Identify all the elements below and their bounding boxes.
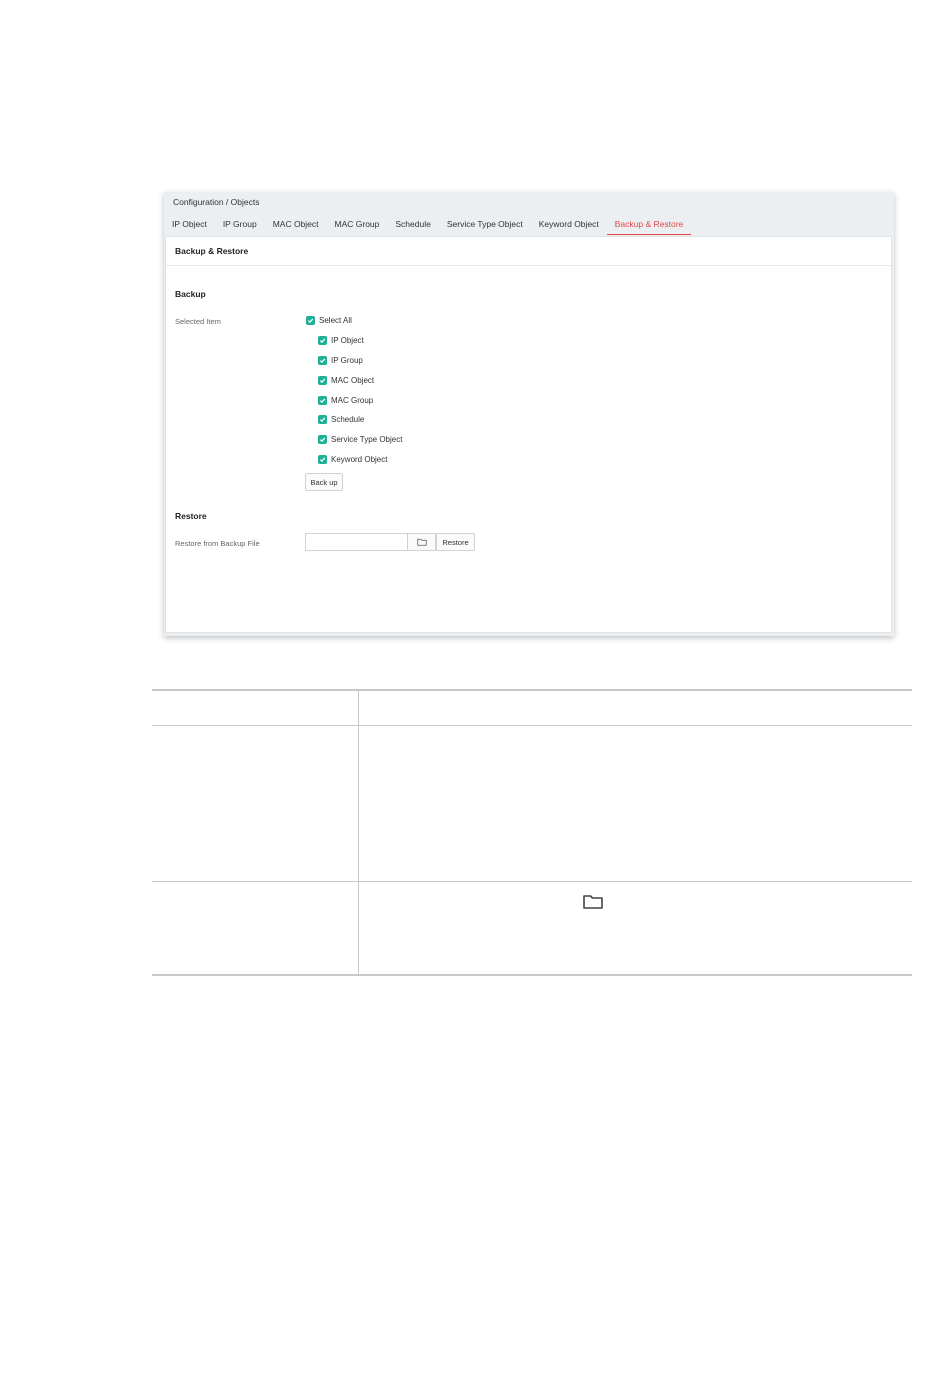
tab-schedule[interactable]: Schedule [387, 217, 438, 235]
tab-mac-object[interactable]: MAC Object [265, 217, 327, 235]
checkbox-label: MAC Group [331, 395, 374, 405]
service-type-object-checkbox[interactable]: Service Type Object [318, 433, 402, 445]
select-all-label: Select All [319, 315, 352, 325]
checkbox-label: MAC Object [331, 375, 375, 385]
tab-ip-group[interactable]: IP Group [215, 217, 265, 235]
tab-keyword-object[interactable]: Keyword Object [531, 217, 607, 235]
checkbox-checked-icon [318, 375, 327, 385]
checkbox-checked-icon [318, 454, 327, 464]
table-row-divider [152, 881, 912, 882]
mac-group-checkbox[interactable]: MAC Group [318, 394, 373, 406]
select-all-checkbox[interactable]: Select All [306, 314, 352, 326]
keyword-object-checkbox[interactable]: Keyword Object [318, 453, 387, 465]
restore-file-input[interactable] [305, 533, 407, 551]
checkbox-label: IP Object [331, 335, 364, 345]
back-up-button[interactable]: Back up [305, 473, 343, 491]
table-row-divider [152, 725, 912, 726]
checkbox-checked-icon [318, 335, 327, 345]
ip-object-checkbox[interactable]: IP Object [318, 334, 364, 346]
tab-backup-restore[interactable]: Backup & Restore [606, 217, 692, 235]
checkbox-checked-icon [318, 434, 327, 444]
checkbox-label: Schedule [331, 414, 365, 424]
backup-section-title: Backup [175, 289, 206, 299]
checkbox-checked-icon [318, 414, 327, 424]
checkbox-label: Keyword Object [331, 454, 388, 464]
router-ui-screenshot: Configuration / Objects IP Object IP Gro… [164, 192, 894, 636]
folder-icon [416, 538, 427, 546]
tab-service-type-object[interactable]: Service Type Object [439, 217, 531, 235]
table-column-divider [358, 691, 359, 974]
checkbox-label: Service Type Object [331, 434, 403, 444]
tab-mac-group[interactable]: MAC Group [327, 217, 388, 235]
table-top-border [152, 689, 912, 691]
mac-object-checkbox[interactable]: MAC Object [318, 374, 374, 386]
tab-bar: IP Object IP Group MAC Object MAC Group … [164, 217, 692, 235]
restore-button[interactable]: Restore [436, 533, 475, 551]
schedule-checkbox[interactable]: Schedule [318, 413, 364, 425]
page-title: Backup & Restore [166, 237, 891, 266]
checkbox-label: IP Group [331, 355, 363, 365]
content-panel: Backup & Restore Backup Selected Item Se… [165, 236, 892, 633]
selected-item-label: Selected Item [175, 317, 221, 326]
browse-file-button[interactable] [407, 533, 436, 551]
breadcrumb: Configuration / Objects [173, 197, 260, 207]
folder-icon [583, 895, 603, 909]
table-bottom-border [152, 974, 912, 976]
checkbox-checked-icon [318, 355, 327, 365]
ip-group-checkbox[interactable]: IP Group [318, 354, 363, 366]
tab-ip-object[interactable]: IP Object [164, 217, 215, 235]
restore-section-title: Restore [175, 511, 207, 521]
checkbox-checked-icon [318, 395, 327, 405]
description-table [152, 689, 912, 976]
checkbox-checked-icon [306, 315, 315, 325]
restore-file-label: Restore from Backup File [175, 539, 260, 548]
